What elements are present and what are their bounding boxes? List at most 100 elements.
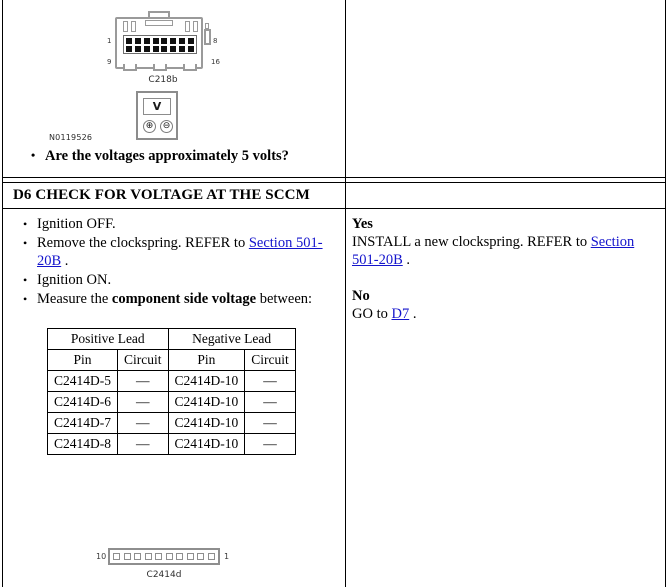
cell-positive-circuit: — [117,412,169,434]
connector-foot [183,64,197,71]
instruction-list: Ignition OFF. Remove the clockspring. RE… [3,209,345,308]
column-header-negative-circuit: Circuit [244,349,296,371]
connector-pin [187,46,194,52]
step-header-title: D6 CHECK FOR VOLTAGE AT THE SCCM [13,187,310,203]
grid-rule-above-header [2,177,666,178]
connector-c2414d-label-10: 10 [96,552,107,561]
connector-pin [207,553,215,560]
cell-negative-circuit: — [244,433,296,455]
connector-pin [113,553,120,560]
connector-pin [161,38,168,44]
answer-no-block: No GO to D7 . [352,287,655,323]
connector-pin-label-1: 1 [107,37,112,45]
group-header-positive: Positive Lead [47,328,169,350]
connector-pin-label-16: 16 [211,58,220,66]
voltmeter-icon: V ⊕ ⊖ [136,91,178,140]
cell-negative-circuit: — [244,412,296,434]
table-row: C2414D-8 — C2414D-10 — [47,433,296,455]
connector-foot [123,64,137,71]
answer-yes-prefix: INSTALL a new clockspring. REFER to [352,234,591,250]
connector-slot [185,21,190,32]
connector-pin [152,46,159,52]
instruction-emphasis: component side voltage [111,291,257,307]
cell-negative-pin: C2414D-10 [167,391,246,413]
connector-c2414d-shell [108,548,220,565]
connector-slot [193,21,198,32]
connector-slot [131,21,136,32]
measurement-table-head: Positive Lead Negative Lead Pin Circuit … [47,328,296,371]
instruction-text: Ignition OFF. [37,216,116,232]
service-manual-page: 1 9 8 16 C218b V ⊕ ⊖ N0119526 Are the vo… [0,0,668,587]
cell-positive-circuit: — [117,433,169,455]
answer-yes-block: Yes INSTALL a new clockspring. REFER to … [352,215,655,269]
answer-spacer [352,269,655,287]
connector-pin [176,553,184,560]
connector-pin [170,46,177,52]
answer-no-label: No [352,288,370,304]
connector-c2414d-diagram: 10 1 C2414d [96,545,232,583]
step-header-right-empty [346,183,665,208]
table-row: C2414D-6 — C2414D-10 — [47,391,296,413]
figure-id-label: N0119526 [49,133,93,142]
connector-pin [170,38,177,44]
connector-pin [134,46,141,52]
table-row: C2414D-5 — C2414D-10 — [47,370,296,392]
answer-no-text: GO to D7 . [352,305,655,323]
cell-positive-pin: C2414D-7 [47,412,118,434]
table-column-header-row: Pin Circuit Pin Circuit [47,349,296,371]
answer-yes-label: Yes [352,216,373,232]
connector-pin-label-9: 9 [107,58,112,66]
table-group-header-row: Positive Lead Negative Lead [47,328,296,350]
connector-pin [134,553,142,560]
instruction-text: Measure the [37,291,112,307]
step-actions-cell: Yes INSTALL a new clockspring. REFER to … [346,209,665,587]
connector-pin [144,553,152,560]
connector-pin [143,46,150,52]
instruction-item-1: Ignition OFF. [23,215,337,233]
connector-pin [179,46,186,52]
connector-pin [126,46,132,52]
connector-pin [143,38,150,44]
cell-negative-pin: C2414D-10 [167,412,246,434]
answer-no-prefix: GO to [352,306,392,322]
voltmeter-display: V [143,98,171,115]
connector-pin [123,553,131,560]
connector-pin-array [123,35,197,54]
connector-pin-row-top [126,38,194,44]
voltmeter-negative-terminal: ⊖ [160,120,173,133]
connector-pin [179,38,186,44]
link-step-d7[interactable]: D7 [391,306,409,322]
cell-positive-pin: C2414D-5 [47,370,118,392]
answer-yes-text: INSTALL a new clockspring. REFER to Sect… [352,233,655,269]
connector-pin [155,553,163,560]
cell-positive-pin: C2414D-6 [47,391,118,413]
column-header-positive-circuit: Circuit [117,349,169,371]
voltmeter-positive-terminal: ⊕ [143,120,156,133]
connector-pin [187,38,194,44]
cell-positive-circuit: — [117,391,169,413]
previous-step-question: Are the voltages approximately 5 volts? [25,148,335,165]
instruction-text-tail: . [61,253,69,269]
grid-right-border [665,0,666,587]
cell-negative-circuit: — [244,391,296,413]
connector-c2414d-caption: C2414d [146,570,182,580]
step-instructions-cell: Ignition OFF. Remove the clockspring. RE… [3,209,345,587]
cell-negative-circuit: — [244,370,296,392]
cell-negative-pin: C2414D-10 [167,370,246,392]
connector-c218b-diagram: 1 9 8 16 [107,11,220,75]
previous-step-question-text: Are the voltages approximately 5 volts? [25,148,335,165]
table-row: C2414D-7 — C2414D-10 — [47,412,296,434]
connector-pin [134,38,141,44]
instruction-text: Remove the clockspring. REFER to [37,235,249,251]
instruction-item-2: Remove the clockspring. REFER to Section… [23,234,337,270]
connector-lock-nub [205,23,209,29]
connector-pin-label-8: 8 [213,37,218,45]
connector-pin [126,38,132,44]
connector-pin [197,553,205,560]
connector-foot [153,64,167,71]
answer-yes-suffix: . [402,252,410,268]
cell-positive-circuit: — [117,370,169,392]
connector-lock-tab [204,29,211,45]
measurement-table: Positive Lead Negative Lead Pin Circuit … [47,328,296,455]
measurement-table-body: C2414D-5 — C2414D-10 — C2414D-6 — C2414D… [47,370,296,455]
